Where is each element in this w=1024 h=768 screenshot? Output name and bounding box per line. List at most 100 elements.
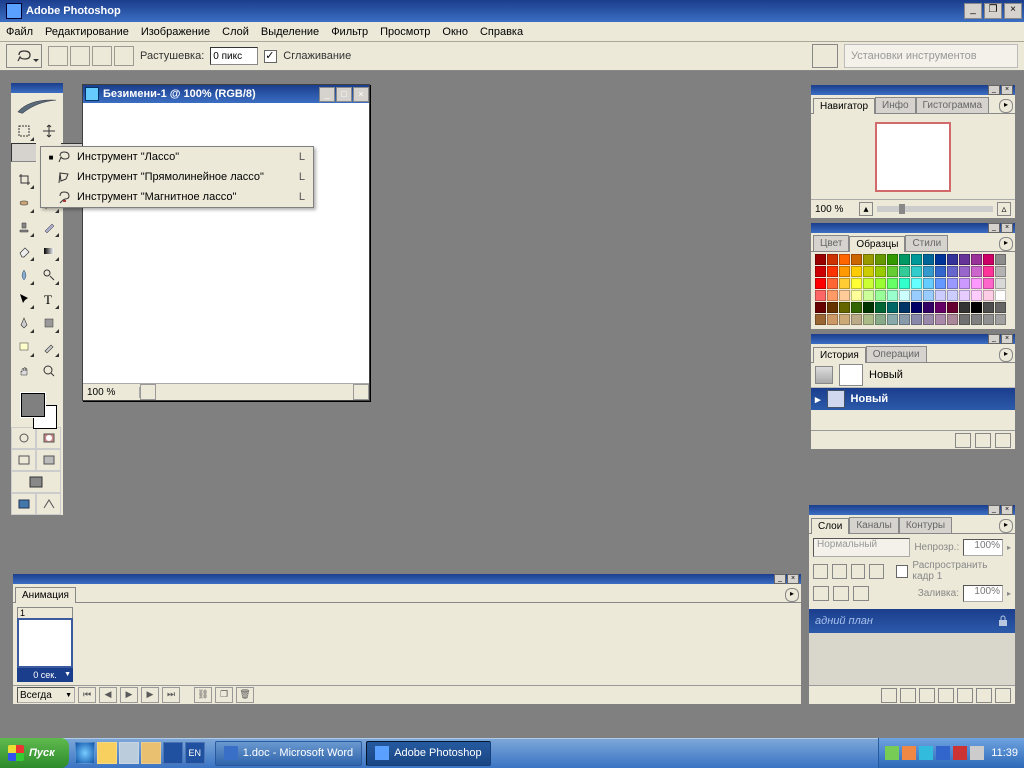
- swatch[interactable]: [911, 278, 922, 289]
- panel-menu-icon[interactable]: ▸: [999, 99, 1013, 113]
- delete-state-icon[interactable]: [995, 433, 1011, 448]
- toggle-palettes-button[interactable]: [812, 44, 838, 68]
- selection-intersect[interactable]: [114, 46, 134, 66]
- screenmode-full[interactable]: [11, 471, 61, 493]
- menu-file[interactable]: Файл: [6, 26, 33, 38]
- tray-icon[interactable]: [885, 746, 899, 760]
- flyout-magnetic-lasso[interactable]: Инструмент "Магнитное лассо" L: [41, 187, 313, 207]
- swatch[interactable]: [911, 314, 922, 325]
- swatch[interactable]: [947, 314, 958, 325]
- loop-select[interactable]: Всегда: [17, 687, 75, 703]
- selection-add[interactable]: [70, 46, 90, 66]
- tool-crop[interactable]: [11, 167, 36, 191]
- zoom-out-icon[interactable]: ▴: [859, 202, 873, 216]
- tool-healing[interactable]: [11, 191, 36, 215]
- start-button[interactable]: Пуск: [0, 738, 69, 768]
- swatch[interactable]: [947, 302, 958, 313]
- swatch[interactable]: [959, 314, 970, 325]
- new-doc-from-state-icon[interactable]: [955, 433, 971, 448]
- swatch[interactable]: [995, 266, 1006, 277]
- menu-layer[interactable]: Слой: [222, 26, 249, 38]
- ql-desktop-icon[interactable]: [119, 742, 139, 764]
- swatch[interactable]: [815, 290, 826, 301]
- swatch[interactable]: [911, 290, 922, 301]
- tab-history[interactable]: История: [813, 347, 866, 363]
- tray-icon[interactable]: [919, 746, 933, 760]
- swatch[interactable]: [827, 254, 838, 265]
- swatch[interactable]: [947, 254, 958, 265]
- selection-new[interactable]: [48, 46, 68, 66]
- canvas[interactable]: [83, 103, 369, 383]
- zoom-slider[interactable]: [877, 206, 993, 212]
- swatch[interactable]: [935, 302, 946, 313]
- tab-color[interactable]: Цвет: [813, 235, 849, 251]
- swatch[interactable]: [827, 302, 838, 313]
- swatch[interactable]: [971, 266, 982, 277]
- scroll-right-icon[interactable]: [353, 384, 369, 400]
- layer-mask-icon[interactable]: [919, 688, 935, 703]
- swatch[interactable]: [815, 302, 826, 313]
- swatch[interactable]: [839, 290, 850, 301]
- tab-animation[interactable]: Анимация: [15, 587, 76, 603]
- history-step-row[interactable]: ▸ Новый: [811, 388, 1015, 410]
- swatch[interactable]: [995, 290, 1006, 301]
- swatch[interactable]: [887, 278, 898, 289]
- tray-icon[interactable]: [936, 746, 950, 760]
- panel-menu-icon[interactable]: ▸: [785, 588, 799, 602]
- color-swatch-picker[interactable]: [11, 387, 63, 427]
- taskbar-photoshop[interactable]: Adobe Photoshop: [366, 741, 490, 766]
- swatch[interactable]: [983, 314, 994, 325]
- swatch[interactable]: [947, 266, 958, 277]
- swatch[interactable]: [899, 266, 910, 277]
- swatch[interactable]: [851, 278, 862, 289]
- menu-image[interactable]: Изображение: [141, 26, 210, 38]
- swatch[interactable]: [947, 278, 958, 289]
- document-titlebar[interactable]: Безимени-1 @ 100% (RGB/8) _ □ ×: [83, 85, 369, 103]
- swatch[interactable]: [983, 266, 994, 277]
- swatch[interactable]: [863, 314, 874, 325]
- swatch[interactable]: [983, 290, 994, 301]
- swatch[interactable]: [983, 302, 994, 313]
- swatch[interactable]: [911, 302, 922, 313]
- swatch[interactable]: [935, 314, 946, 325]
- swatch[interactable]: [923, 314, 934, 325]
- tab-swatches[interactable]: Образцы: [849, 236, 905, 252]
- screenmode-standard[interactable]: [11, 449, 36, 471]
- swatch[interactable]: [875, 302, 886, 313]
- doc-minimize-button[interactable]: _: [319, 87, 335, 102]
- jump-to-imageready[interactable]: [11, 493, 36, 515]
- unify-position-icon[interactable]: [813, 586, 829, 601]
- swatch[interactable]: [899, 278, 910, 289]
- swatch[interactable]: [827, 266, 838, 277]
- adjustment-layer-icon[interactable]: [938, 688, 954, 703]
- ql-folder-icon[interactable]: [141, 742, 161, 764]
- tool-gradient[interactable]: [36, 239, 61, 263]
- swatch[interactable]: [923, 290, 934, 301]
- ql-save-icon[interactable]: [163, 742, 183, 764]
- delete-layer-icon[interactable]: [995, 688, 1011, 703]
- swatch[interactable]: [851, 266, 862, 277]
- foreground-color[interactable]: [21, 393, 45, 417]
- animation-frame[interactable]: 1 0 сек.: [17, 607, 73, 682]
- panel-header[interactable]: _×: [811, 334, 1015, 344]
- swatch[interactable]: [815, 314, 826, 325]
- history-snapshot-row[interactable]: Новый: [811, 363, 1015, 388]
- quickmask-off[interactable]: [11, 427, 36, 449]
- first-frame-button[interactable]: ⏮: [78, 687, 96, 703]
- unify-style-icon[interactable]: [853, 586, 869, 601]
- swatch[interactable]: [935, 290, 946, 301]
- swatch[interactable]: [899, 254, 910, 265]
- swatch[interactable]: [887, 266, 898, 277]
- swatch[interactable]: [971, 302, 982, 313]
- swatch[interactable]: [875, 290, 886, 301]
- swatch[interactable]: [851, 254, 862, 265]
- swatch[interactable]: [815, 254, 826, 265]
- swatch[interactable]: [887, 302, 898, 313]
- swatch[interactable]: [935, 278, 946, 289]
- swatch[interactable]: [923, 302, 934, 313]
- new-snapshot-icon[interactable]: [975, 433, 991, 448]
- swatch[interactable]: [839, 254, 850, 265]
- propagate-checkbox[interactable]: [896, 565, 908, 578]
- swatch[interactable]: [923, 266, 934, 277]
- swatch[interactable]: [839, 266, 850, 277]
